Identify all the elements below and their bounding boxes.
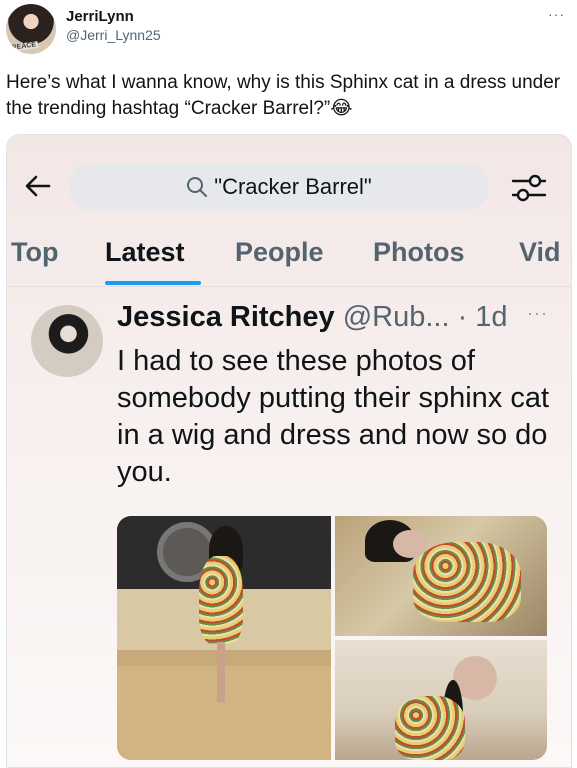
cat-photo-1[interactable] (117, 516, 331, 760)
embedded-screenshot[interactable]: "Cracker Barrel" Top Latest People Photo… (6, 134, 572, 768)
search-topbar: "Cracker Barrel" (7, 135, 571, 225)
cat-dress-shape (199, 556, 243, 644)
cat-photo-3[interactable] (335, 640, 547, 760)
cat-photo-2[interactable] (335, 516, 547, 636)
more-options-icon[interactable]: ··· (548, 6, 565, 22)
tab-people[interactable]: People (235, 237, 324, 268)
post-timestamp[interactable]: · 1d (450, 301, 508, 333)
search-result-post[interactable]: Jessica Ritchey @Rub... · 1d ··· I had t… (7, 291, 571, 767)
avatar[interactable]: PEACE (6, 4, 56, 54)
cat-dress-shape (413, 542, 521, 622)
post-author-handle[interactable]: @Rub... (343, 301, 450, 333)
search-query: "Cracker Barrel" (214, 174, 372, 199)
post-author-name[interactable]: Jessica Ritchey (117, 301, 335, 333)
avatar-text: PEACE (9, 41, 39, 52)
back-arrow-icon[interactable] (23, 171, 53, 201)
cat-dress-shape (395, 696, 465, 760)
search-input[interactable]: "Cracker Barrel" (69, 163, 489, 211)
tab-photos[interactable]: Photos (373, 237, 465, 268)
post-text: I had to see these photos of somebody pu… (117, 345, 550, 488)
post-more-options-icon[interactable]: ··· (527, 303, 548, 324)
search-icon (187, 177, 208, 197)
tab-top[interactable]: Top (11, 237, 58, 268)
tweet-text: Here’s what I wanna know, why is this Sp… (6, 72, 561, 119)
author-name[interactable]: JerriLynn (66, 8, 134, 25)
search-settings-icon[interactable] (509, 171, 549, 205)
author-handle[interactable]: @Jerri_Lynn25 (66, 27, 161, 43)
search-tabs: Top Latest People Photos Vid (7, 235, 571, 287)
tab-videos[interactable]: Vid (519, 237, 561, 268)
cat-leg-shape (217, 642, 225, 702)
post-header: Jessica Ritchey @Rub... · 1d (117, 301, 508, 334)
tweet-header: PEACE JerriLynn @Jerri_Lynn25 ··· (0, 0, 577, 56)
post-media-grid (117, 516, 547, 760)
post-avatar[interactable] (31, 305, 103, 377)
tab-latest[interactable]: Latest (105, 237, 185, 268)
active-tab-indicator (105, 281, 201, 285)
